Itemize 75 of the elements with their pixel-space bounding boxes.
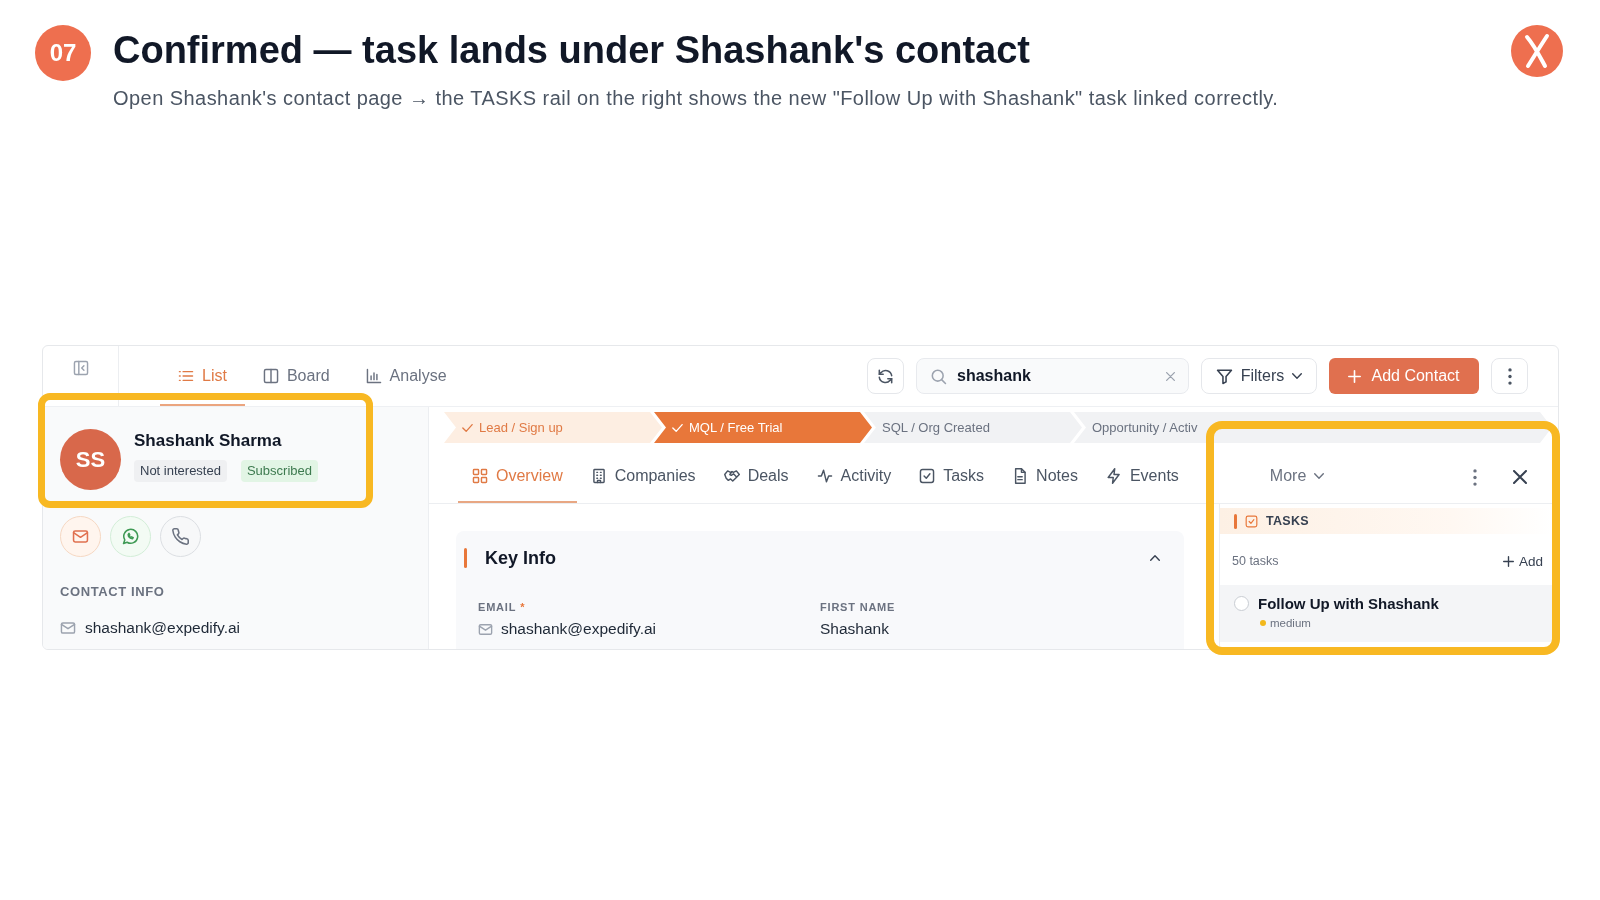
rail-title: TASKS <box>1266 514 1309 528</box>
check-icon <box>462 423 473 432</box>
grid-icon <box>472 468 488 484</box>
add-task-button[interactable]: Add <box>1502 553 1543 569</box>
field-label: EMAIL * <box>478 600 526 614</box>
chevron-up-icon <box>1150 555 1160 561</box>
status-tag: Not interested <box>134 460 227 482</box>
slide-title: Confirmed — task lands under Shashank's contact <box>113 28 1032 73</box>
call-button[interactable] <box>160 516 201 557</box>
task-title: Follow Up with Shashank <box>1258 594 1439 612</box>
step-number: 07 <box>35 25 91 81</box>
mail-icon <box>72 528 89 545</box>
plus-icon <box>1502 555 1514 567</box>
checkbox-icon <box>1245 514 1258 528</box>
view-tab[interactable]: Board <box>244 346 348 406</box>
mail-icon <box>478 621 493 637</box>
contact-email: shashank@expedify.ai <box>85 618 241 638</box>
card-title: Key Info <box>485 547 556 569</box>
more-icon <box>1507 367 1512 385</box>
document-icon <box>1012 468 1029 484</box>
options-button[interactable] <box>1473 468 1477 486</box>
view-tab[interactable]: Analyse <box>347 346 465 406</box>
avatar: SS <box>60 429 121 490</box>
pulse-icon <box>816 468 833 484</box>
priority-label: medium <box>1270 617 1311 629</box>
sidebar-toggle-button[interactable] <box>71 359 90 377</box>
section-tab[interactable]: Companies <box>576 447 710 503</box>
field-value: Shashank <box>820 619 889 639</box>
list-icon <box>178 368 194 384</box>
search-icon <box>930 367 947 385</box>
bar-chart-icon <box>365 368 382 384</box>
email-button[interactable] <box>60 516 101 557</box>
section-tab[interactable]: Tasks <box>905 447 999 503</box>
plus-icon <box>1348 369 1362 383</box>
refresh-button[interactable] <box>867 358 904 394</box>
more-menu[interactable]: More <box>1255 447 1339 503</box>
lightning-icon <box>1105 468 1122 484</box>
task-item[interactable]: Follow Up with Shashank medium <box>1220 585 1553 642</box>
checkbox-icon <box>919 468 936 484</box>
chevron-down-icon <box>1314 473 1325 479</box>
filter-icon <box>1215 367 1233 385</box>
chevron-down-icon <box>1292 373 1303 379</box>
pipeline-stage[interactable]: SQL / Org Created <box>864 412 1082 443</box>
mail-icon <box>60 620 76 636</box>
phone-icon <box>172 528 189 545</box>
field-label: FIRST NAME <box>820 600 896 614</box>
chat-button[interactable] <box>110 516 151 557</box>
check-icon <box>672 423 683 432</box>
refresh-icon <box>877 367 894 385</box>
more-icon <box>1473 468 1477 486</box>
field-value: shashank@expedify.ai <box>501 619 657 639</box>
slide-subtitle: Open Shashank's contact page → the TASKS rail on the right shows the new "Follow Up with Shashank" task linked correctly. <box>113 86 1280 110</box>
task-checkbox[interactable] <box>1234 595 1249 611</box>
section-tab[interactable]: Notes <box>998 447 1092 503</box>
logo-icon <box>1511 25 1563 77</box>
close-button[interactable] <box>1513 470 1527 484</box>
more-button[interactable] <box>1491 358 1528 394</box>
accent-bar <box>464 548 467 568</box>
sidebar-toggle-icon <box>72 360 89 376</box>
search-field[interactable]: shashank <box>916 358 1189 394</box>
section-title: CONTACT INFO <box>60 584 166 600</box>
filters-button[interactable]: Filters <box>1201 358 1317 394</box>
accent-bar <box>1234 513 1237 529</box>
section-tab[interactable]: Activity <box>802 447 906 503</box>
chat-bubble-icon <box>122 528 139 545</box>
close-icon <box>1513 470 1527 484</box>
task-count: 50 tasks <box>1232 554 1279 568</box>
section-tab[interactable]: Events <box>1091 447 1193 503</box>
contact-name: Shashank Sharma <box>134 430 283 452</box>
clear-icon <box>1166 371 1175 381</box>
building-icon <box>590 468 607 484</box>
columns-icon <box>262 368 279 384</box>
handshake-icon <box>723 468 740 484</box>
status-tag: Subscribed <box>240 460 318 482</box>
section-tab[interactable]: Deals <box>709 447 803 503</box>
